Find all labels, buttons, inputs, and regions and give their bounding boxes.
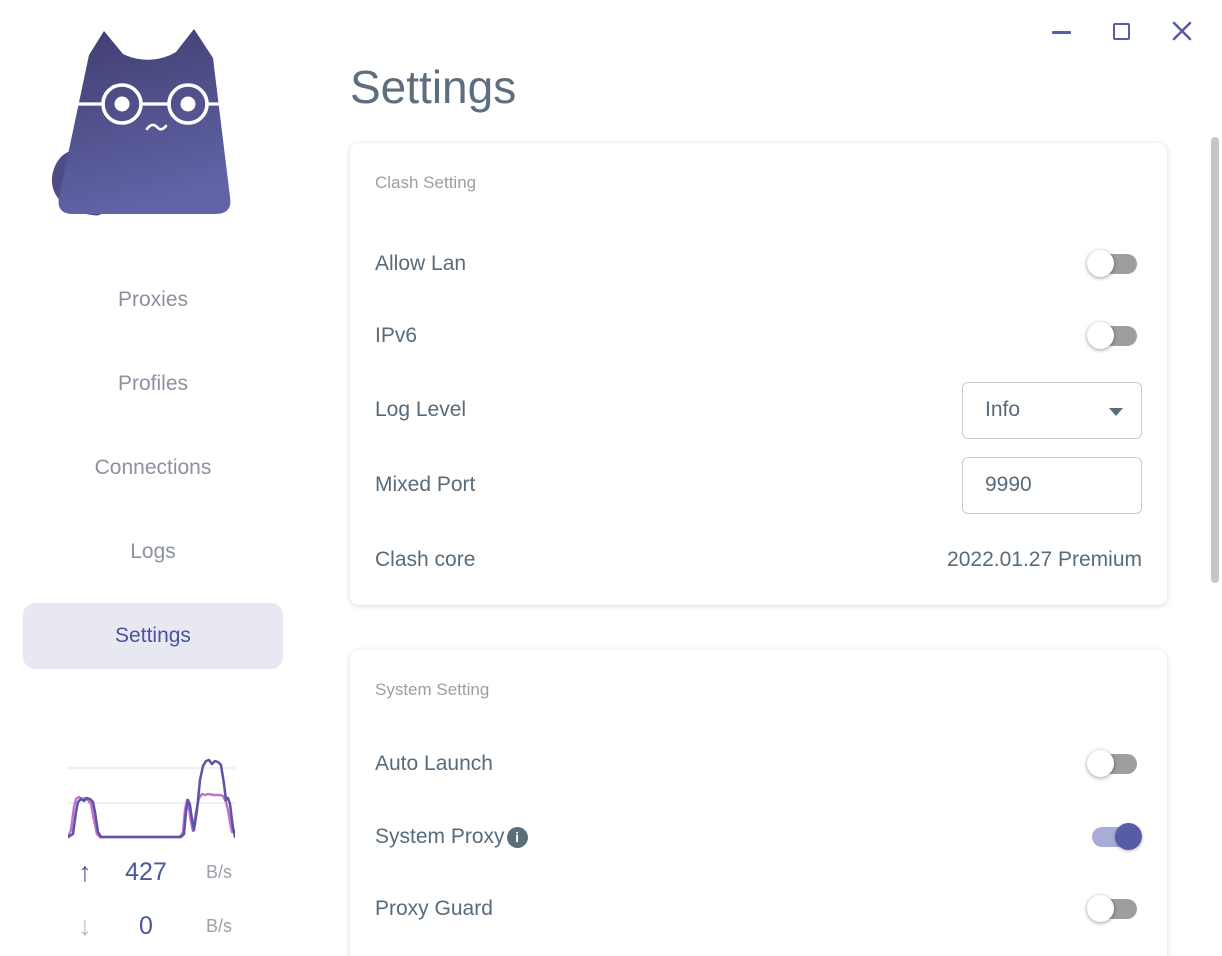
log-level-label: Log Level (375, 398, 467, 421)
close-button[interactable] (1169, 18, 1195, 44)
sidebar-nav: Proxies Profiles Connections Logs Settin… (23, 267, 283, 687)
close-icon (1172, 21, 1192, 41)
upload-arrow-icon: ↑ (78, 857, 92, 887)
clash-core-label: Clash core (375, 548, 476, 571)
traffic-sparkline (68, 758, 235, 839)
clash-core-version: 2022.01.27 Premium (947, 548, 1142, 571)
window-controls (1040, 18, 1210, 46)
auto-launch-row: Auto Launch (375, 735, 1142, 793)
allow-lan-label: Allow Lan (375, 252, 467, 275)
clash-cat-logo (52, 29, 231, 216)
minimize-icon (1051, 30, 1071, 34)
sidebar-item-proxies[interactable]: Proxies (23, 267, 283, 333)
system-setting-card: System Setting Auto Launch System Proxy … (350, 650, 1167, 956)
proxy-guard-label: Proxy Guard (375, 897, 493, 920)
ipv6-toggle[interactable] (1087, 322, 1142, 349)
chevron-down-icon (1109, 407, 1123, 416)
sidebar-item-profiles[interactable]: Profiles (23, 351, 283, 417)
log-level-select[interactable]: Info (962, 381, 1142, 439)
download-speed-value: 0 (139, 912, 153, 940)
sidebar-item-label: Profiles (117, 372, 189, 395)
auto-launch-toggle[interactable] (1087, 750, 1142, 777)
system-proxy-label-text: System Proxy (375, 825, 505, 848)
system-proxy-row: System Proxy i (375, 808, 1142, 866)
sidebar-item-label: Logs (130, 540, 176, 563)
sidebar: Proxies Profiles Connections Logs Settin… (0, 0, 306, 956)
sidebar-item-label: Settings (115, 624, 191, 647)
download-speed-row: ↓ 0 B/s (0, 910, 306, 942)
cat-body (58, 29, 231, 214)
ipv6-label: IPv6 (375, 324, 418, 347)
log-level-selected-value: Info (985, 398, 1021, 421)
sidebar-item-connections[interactable]: Connections (23, 435, 283, 501)
clash-setting-card: Clash Setting Allow Lan IPv6 Log Level I… (350, 143, 1167, 605)
allow-lan-toggle[interactable] (1087, 250, 1142, 277)
toggle-thumb (1115, 823, 1142, 850)
card-section-header: System Setting (375, 680, 490, 699)
upload-speed-row: ↑ 427 B/s (0, 856, 306, 888)
download-arrow-icon: ↓ (78, 911, 92, 941)
mixed-port-row: Mixed Port (375, 456, 1142, 514)
toggle-thumb (1087, 750, 1114, 777)
allow-lan-row: Allow Lan (375, 235, 1142, 293)
proxy-guard-row: Proxy Guard (375, 880, 1142, 938)
upload-speed-unit: B/s (206, 862, 233, 882)
info-icon[interactable]: i (506, 826, 528, 848)
page-title: Settings (350, 61, 517, 113)
system-proxy-label: System Proxy i (375, 825, 528, 849)
minimize-button[interactable] (1048, 18, 1074, 44)
auto-launch-label: Auto Launch (375, 752, 493, 775)
mixed-port-input[interactable] (962, 456, 1142, 514)
sidebar-item-label: Proxies (117, 288, 189, 311)
vertical-scrollbar-thumb[interactable] (1211, 137, 1219, 583)
cat-left-eye (114, 96, 130, 112)
sparkline-series-upload (68, 758, 235, 839)
upload-speed-value: 427 (125, 858, 167, 886)
toggle-thumb (1087, 322, 1114, 349)
cat-right-eye (180, 96, 196, 112)
maximize-icon (1112, 22, 1130, 40)
sidebar-item-label: Connections (94, 456, 212, 479)
download-speed-unit: B/s (206, 916, 233, 936)
toggle-thumb (1087, 250, 1114, 277)
ipv6-row: IPv6 (375, 307, 1142, 365)
maximize-button[interactable] (1108, 18, 1134, 44)
proxy-guard-toggle[interactable] (1087, 895, 1142, 922)
clash-core-row: Clash core 2022.01.27 Premium (375, 531, 1142, 589)
sidebar-item-logs[interactable]: Logs (23, 519, 283, 585)
system-proxy-toggle[interactable] (1087, 823, 1142, 850)
mixed-port-label: Mixed Port (375, 473, 476, 496)
sidebar-item-settings[interactable]: Settings (23, 603, 283, 669)
toggle-thumb (1087, 895, 1114, 922)
log-level-row: Log Level Info (375, 381, 1142, 439)
card-section-header: Clash Setting (375, 173, 477, 192)
